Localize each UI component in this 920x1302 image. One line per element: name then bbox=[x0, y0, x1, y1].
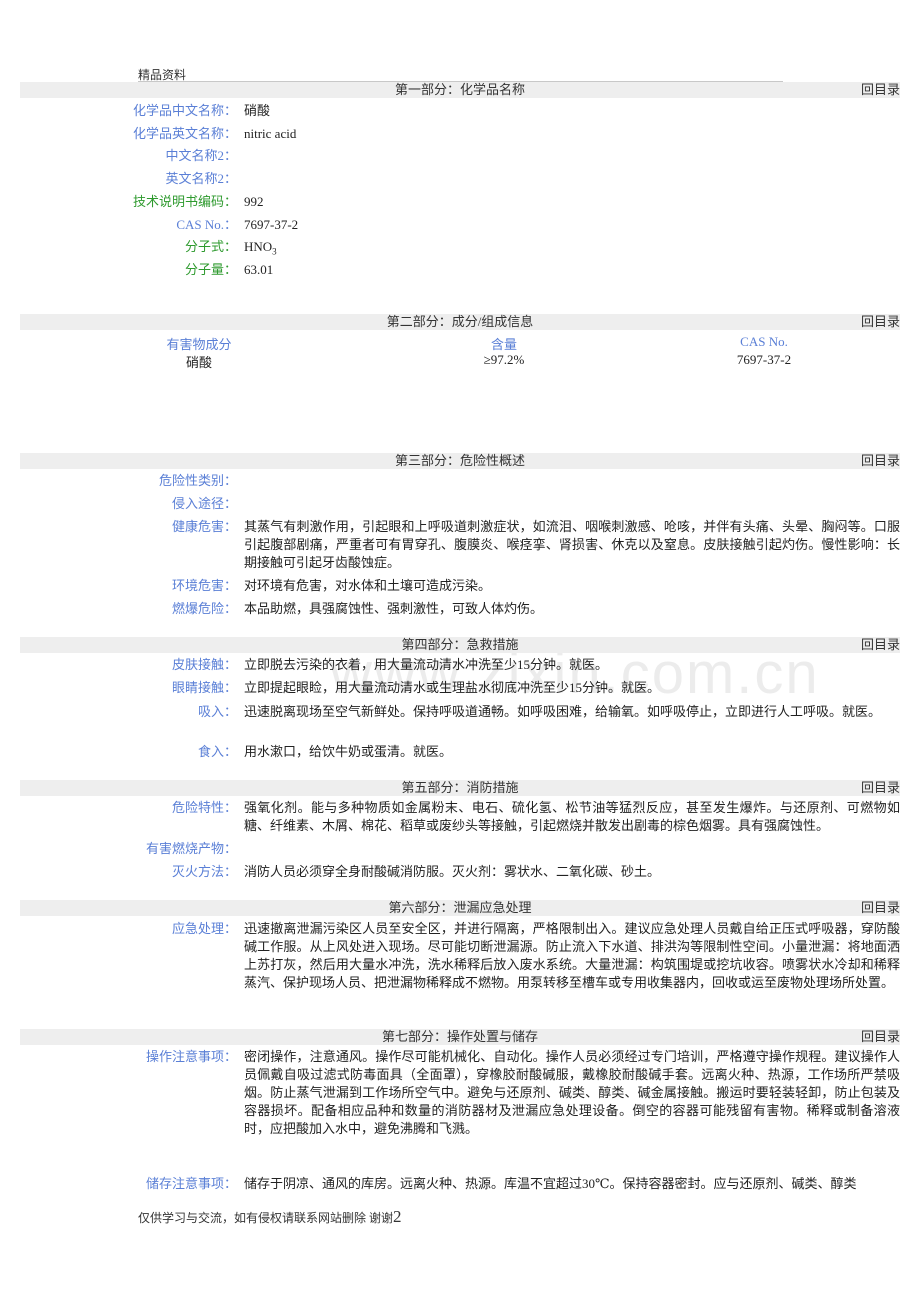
field-value: 立即提起眼睑，用大量流动清水或生理盐水彻底冲洗至少15分钟。就医。 bbox=[244, 680, 661, 695]
field-value: 其蒸气有刺激作用，引起眼和上呼吸道刺激症状，如流泪、咽喉刺激感、呛咳，并伴有头痛… bbox=[244, 519, 900, 570]
field-label: 储存注意事项： bbox=[145, 1176, 237, 1191]
field-label: 有害燃烧产物： bbox=[145, 841, 237, 856]
section-3-title: 第三部分：危险性概述 bbox=[394, 453, 525, 468]
toc-link[interactable]: 回目录 bbox=[861, 900, 900, 916]
field-value: 7697-37-2 bbox=[244, 217, 299, 232]
toc-link[interactable]: 回目录 bbox=[861, 1029, 900, 1045]
composition-header-content: 含量 bbox=[490, 337, 517, 352]
field-label: 操作注意事项： bbox=[145, 1049, 237, 1064]
field-value: 立即脱去污染的衣着，用大量流动清水冲洗至少15分钟。就医。 bbox=[244, 657, 609, 672]
field-label: 燃爆危险： bbox=[171, 601, 237, 616]
formula-subscript: 3 bbox=[272, 246, 277, 257]
field-value: 迅速脱离现场至空气新鲜处。保持呼吸道通畅。如呼吸困难，给输氧。如呼吸停止，立即进… bbox=[244, 704, 882, 719]
field-label: 食入： bbox=[197, 744, 237, 759]
field-value: 密闭操作，注意通风。操作尽可能机械化、自动化。操作人员必须经过专门培训，严格遵守… bbox=[244, 1049, 900, 1136]
field-label: 危险性类别： bbox=[158, 473, 237, 488]
section-6-bar: 第六部分：泄漏应急处理 回目录 bbox=[20, 900, 900, 916]
field-label: 眼睛接触： bbox=[171, 680, 237, 695]
composition-cell: ≥97.2% bbox=[483, 352, 525, 367]
section-4-title: 第四部分：急救措施 bbox=[401, 637, 519, 652]
field-label: 英文名称2： bbox=[165, 171, 237, 186]
field-value: 63.01 bbox=[244, 262, 274, 277]
field-label: 中文名称2： bbox=[165, 148, 237, 163]
field-label: 侵入途径： bbox=[171, 496, 237, 511]
field-label: 灭火方法： bbox=[171, 864, 237, 879]
section-7-title: 第七部分：操作处置与储存 bbox=[381, 1029, 538, 1044]
field-label: 化学品英文名称： bbox=[132, 126, 237, 141]
section-2-title: 第二部分：成分/组成信息 bbox=[386, 314, 534, 329]
field-value: 992 bbox=[244, 194, 264, 209]
composition-header-component: 有害物成分 bbox=[166, 337, 232, 352]
field-label: 分子式： bbox=[184, 239, 237, 254]
composition-cell: 7697-37-2 bbox=[736, 352, 792, 367]
toc-link[interactable]: 回目录 bbox=[861, 82, 900, 98]
section-1-bar: 第一部分：化学品名称 回目录 bbox=[20, 82, 900, 98]
field-label: 分子量： bbox=[184, 262, 237, 277]
section-4-bar: 第四部分：急救措施 回目录 bbox=[20, 637, 900, 653]
field-label: 危险特性： bbox=[171, 800, 237, 815]
field-value: 储存于阴凉、通风的库房。远离火种、热源。库温不宜超过30℃。保持容器密封。应与还… bbox=[244, 1176, 857, 1191]
field-value: 本品助燃，具强腐蚀性、强刺激性，可致人体灼伤。 bbox=[244, 601, 544, 616]
toc-link[interactable]: 回目录 bbox=[861, 314, 900, 330]
footer-text: 仅供学习与交流，如有侵权请联系网站删除 谢谢 bbox=[138, 1211, 394, 1225]
field-label: 皮肤接触： bbox=[171, 657, 237, 672]
section-7-bar: 第七部分：操作处置与储存 回目录 bbox=[20, 1029, 900, 1045]
field-value: 硝酸 bbox=[244, 103, 271, 118]
section-3-bar: 第三部分：危险性概述 回目录 bbox=[20, 453, 900, 469]
section-6-title: 第六部分：泄漏应急处理 bbox=[388, 900, 532, 915]
field-value: 对环境有危害，对水体和土壤可造成污染。 bbox=[244, 578, 492, 593]
toc-link[interactable]: 回目录 bbox=[861, 780, 900, 796]
field-value: 迅速撤离泄漏污染区人员至安全区，并进行隔离，严格限制出入。建议应急处理人员戴自给… bbox=[244, 921, 900, 990]
section-1-title: 第一部分：化学品名称 bbox=[394, 82, 525, 97]
field-label: 健康危害： bbox=[171, 519, 237, 534]
field-value: 消防人员必须穿全身耐酸碱消防服。灭火剂：雾状水、二氧化碳、砂土。 bbox=[244, 864, 661, 879]
section-2-bar: 第二部分：成分/组成信息 回目录 bbox=[20, 314, 900, 330]
field-value: nitric acid bbox=[244, 126, 297, 141]
field-label: 技术说明书编码： bbox=[132, 194, 237, 209]
page-number: 2 bbox=[393, 1207, 402, 1226]
composition-header-cas: CAS No. bbox=[740, 334, 788, 349]
field-label: 吸入： bbox=[197, 704, 237, 719]
toc-link[interactable]: 回目录 bbox=[861, 453, 900, 469]
field-label: 应急处理： bbox=[171, 921, 237, 936]
field-value: 用水漱口，给饮牛奶或蛋清。就医。 bbox=[244, 744, 453, 759]
formula-main: HNO bbox=[244, 239, 273, 254]
footer: 仅供学习与交流，如有侵权请联系网站删除 谢谢2 bbox=[138, 1207, 402, 1227]
field-value: 强氧化剂。能与多种物质如金属粉末、电石、硫化氢、松节油等猛烈反应，甚至发生爆炸。… bbox=[244, 800, 900, 833]
toc-link[interactable]: 回目录 bbox=[861, 637, 900, 653]
field-label: 化学品中文名称： bbox=[132, 103, 237, 118]
field-label: 环境危害： bbox=[171, 578, 237, 593]
field-label: CAS No.： bbox=[176, 217, 237, 232]
section-5-bar: 第五部分：消防措施 回目录 bbox=[20, 780, 900, 796]
section-5-title: 第五部分：消防措施 bbox=[401, 780, 519, 795]
composition-cell: 硝酸 bbox=[185, 355, 212, 370]
field-value: HNO3 bbox=[244, 238, 900, 261]
